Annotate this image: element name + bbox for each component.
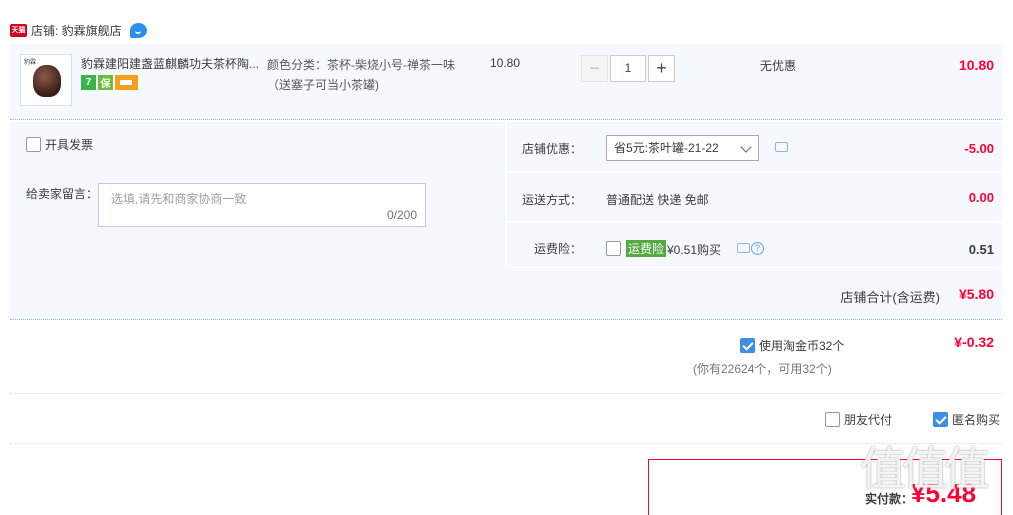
order-options: 开具发票 给卖家留言： 选填,请先和商家协商一致 0/200 店铺优惠： 省5元…	[10, 122, 1002, 268]
invoice-option[interactable]: 开具发票	[26, 136, 93, 153]
insurance-row: 运费险： 运费险 ¥0.51购买 ? 0.51	[507, 223, 1002, 268]
seven-day-return-icon[interactable]: 7	[81, 75, 96, 90]
shipping-label: 运送方式：	[521, 193, 582, 207]
message-placeholder: 选填,请先和商家协商一致	[111, 192, 247, 206]
use-coins-checkbox[interactable]	[740, 338, 755, 353]
coupon-select[interactable]: 省5元:茶叶罐-21-22	[606, 135, 759, 161]
seller-message-input[interactable]: 选填,请先和商家协商一致 0/200	[98, 183, 426, 227]
shipping-row: 运送方式： 普通配送 快递 免邮 0.00	[507, 173, 1002, 222]
anonymous-label: 匿名购买	[952, 413, 1001, 427]
chat-seller-icon[interactable]	[129, 22, 147, 38]
item-thumbnail[interactable]: 豹霖	[20, 54, 72, 106]
shop-discount-label: 店铺优惠：	[521, 142, 582, 156]
checkout-options-row: 朋友代付 匿名购买	[10, 396, 1002, 444]
coins-note: (你有22624个，可用32个)	[693, 362, 832, 376]
qty-plus-button[interactable]: +	[648, 55, 675, 82]
insurance-tag: 运费险	[626, 240, 667, 257]
shipping-method: 普通配送 快递 免邮	[606, 193, 709, 207]
options-left-panel: 开具发票 给卖家留言： 选填,请先和商家协商一致 0/200	[10, 122, 505, 268]
item-subtotal: 10.80	[958, 57, 994, 73]
coin-row: 使用淘金币32个 (你有22624个，可用32个) ¥-0.32	[10, 322, 1002, 394]
comment-icon[interactable]	[737, 243, 750, 253]
teacup-image	[33, 65, 61, 97]
service-badges: 7 保	[81, 75, 138, 90]
unit-price: 10.80	[490, 56, 521, 70]
use-coins-label: 使用淘金币32个	[759, 339, 845, 353]
shop-header: 天猫 店铺: 豹霖旗舰店	[10, 20, 147, 40]
insurance-price: ¥0.51购买	[667, 243, 722, 257]
help-icon[interactable]: ?	[751, 242, 764, 255]
options-right-panel: 店铺优惠： 省5元:茶叶罐-21-22 -5.00 运送方式： 普通配送 快递 …	[507, 122, 1002, 268]
coins-value: ¥-0.32	[954, 334, 994, 350]
shop-total-row: 店铺合计(含运费) ¥5.80	[10, 268, 1002, 320]
item-sku: 颜色分类：茶杯-柴烧小号-禅茶一味 （送塞子可当小茶罐)	[267, 58, 455, 92]
qty-input[interactable]: 1	[610, 55, 646, 82]
quantity-stepper: − 1 +	[581, 55, 675, 82]
shop-name-link[interactable]: 店铺: 豹霖旗舰店	[31, 22, 122, 39]
invoice-label: 开具发票	[45, 138, 94, 152]
item-title-link[interactable]: 豹霖建阳建盏蓝麒麟功夫茶杯陶...	[81, 55, 269, 72]
shop-discount-value: -5.00	[964, 141, 994, 156]
guarantee-icon[interactable]: 保	[98, 75, 113, 90]
friend-pay-label: 朋友代付	[844, 413, 893, 427]
anonymous-checkbox[interactable]	[933, 412, 948, 427]
shop-total-label: 店铺合计(含运费)	[840, 290, 940, 305]
shop-total-value: ¥5.80	[958, 286, 994, 302]
insurance-label: 运费险：	[533, 242, 582, 256]
credit-card-icon[interactable]	[115, 75, 138, 90]
insurance-checkbox[interactable]	[606, 241, 621, 256]
anonymous-option[interactable]: 匿名购买	[933, 411, 1000, 428]
message-char-count: 0/200	[386, 208, 417, 222]
qty-minus-button[interactable]: −	[581, 55, 608, 82]
message-label: 给卖家留言：	[26, 187, 99, 201]
insurance-value: 0.51	[968, 242, 994, 257]
invoice-checkbox[interactable]	[26, 137, 41, 152]
friend-pay-option[interactable]: 朋友代付	[825, 411, 892, 428]
chevron-down-icon	[740, 141, 752, 153]
tmall-icon: 天猫	[10, 23, 27, 37]
thumb-brand-text: 豹霖	[24, 60, 37, 66]
comment-icon[interactable]	[775, 142, 788, 152]
shop-discount-row: 店铺优惠： 省5元:茶叶罐-21-22 -5.00	[507, 122, 1002, 172]
site-watermark: 值值值	[860, 442, 990, 496]
shipping-value: 0.00	[968, 190, 994, 205]
friend-pay-checkbox[interactable]	[825, 412, 840, 427]
coupon-selected-text: 省5元:茶叶罐-21-22	[614, 141, 719, 155]
order-item-row: 豹霖 豹霖建阳建盏蓝麒麟功夫茶杯陶... 7 保 颜色分类：茶杯-柴烧小号-禅茶…	[10, 44, 1002, 120]
item-discount: 无优惠	[760, 59, 797, 73]
use-coins-option[interactable]: 使用淘金币32个	[740, 337, 844, 354]
